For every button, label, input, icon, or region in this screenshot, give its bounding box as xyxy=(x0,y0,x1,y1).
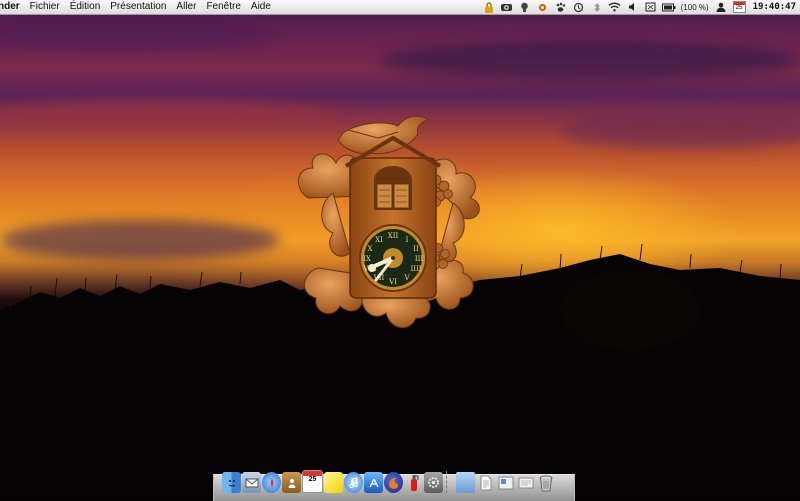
dock-calendar-day: 25 xyxy=(308,476,317,483)
document-icon[interactable] xyxy=(476,472,495,493)
lock-icon[interactable] xyxy=(480,0,498,14)
menu-go[interactable]: Aller xyxy=(171,0,201,14)
clock-dial: XII I II III IIII V VI VII VIII IX X XI xyxy=(359,224,427,292)
svg-text:III: III xyxy=(415,255,424,263)
wifi-icon[interactable] xyxy=(606,0,624,14)
text-icon[interactable] xyxy=(516,472,535,493)
time-machine-icon[interactable] xyxy=(570,0,588,14)
menu-edit[interactable]: Édition xyxy=(65,0,106,14)
menubar-clock[interactable]: 19:40:47 xyxy=(749,2,796,12)
cloud-streak xyxy=(560,110,800,150)
svg-text:II: II xyxy=(413,245,419,253)
appstore-icon[interactable] xyxy=(364,472,383,493)
dock-icons: 25 xyxy=(222,470,555,493)
svg-text:XI: XI xyxy=(375,236,383,244)
cuckoo-door[interactable] xyxy=(374,166,412,210)
folder-icon[interactable] xyxy=(456,472,475,493)
svg-text:I: I xyxy=(406,236,409,244)
cuckoo-bird-carving xyxy=(337,115,430,155)
firefox-icon[interactable] xyxy=(384,472,403,493)
system-preferences-icon[interactable] xyxy=(424,472,443,493)
svg-text:X: X xyxy=(368,245,373,253)
cloud-streak xyxy=(380,40,800,80)
cloud-streak xyxy=(0,20,280,50)
camera-icon[interactable] xyxy=(498,0,516,14)
menu-file[interactable]: Fichier xyxy=(25,0,65,14)
stickies-icon[interactable] xyxy=(324,472,343,493)
preview-icon[interactable] xyxy=(496,472,515,493)
menu-app-name[interactable]: nder xyxy=(0,0,25,14)
svg-text:VI: VI xyxy=(388,278,397,286)
menu-window[interactable]: Fenêtre xyxy=(201,0,245,14)
fire-extinguisher-icon[interactable] xyxy=(404,472,423,493)
mail-icon[interactable] xyxy=(242,472,261,493)
battery-percentage: (100 %) xyxy=(680,2,709,12)
calendar-icon[interactable]: 25 xyxy=(732,1,746,13)
bluetooth-icon[interactable] xyxy=(588,0,606,14)
settings-icon[interactable] xyxy=(534,0,552,14)
menu-bar: nder Fichier Édition Présentation Aller … xyxy=(0,0,800,15)
svg-text:V: V xyxy=(403,274,410,282)
svg-text:XII: XII xyxy=(388,232,399,240)
battery-icon[interactable] xyxy=(660,0,678,14)
finder-icon[interactable] xyxy=(222,472,241,493)
menu-view[interactable]: Présentation xyxy=(105,0,171,14)
dock-separator xyxy=(446,471,453,493)
address-book-icon[interactable] xyxy=(282,472,301,493)
calendar-day: 25 xyxy=(735,5,743,11)
user-icon[interactable] xyxy=(712,0,730,14)
itunes-icon[interactable] xyxy=(344,472,363,493)
menu-help[interactable]: Aide xyxy=(246,0,276,14)
cuckoo-clock-widget[interactable]: XII I II III IIII V VI VII VIII IX X XI xyxy=(288,108,498,346)
safari-icon[interactable] xyxy=(262,472,281,493)
svg-text:IX: IX xyxy=(363,255,371,263)
paw-icon[interactable] xyxy=(552,0,570,14)
volume-icon[interactable] xyxy=(624,0,642,14)
screen-icon[interactable] xyxy=(642,0,660,14)
lightbulb-icon[interactable] xyxy=(516,0,534,14)
ical-icon[interactable]: 25 xyxy=(302,470,323,493)
svg-text:IIII: IIII xyxy=(410,265,421,273)
trash-icon[interactable] xyxy=(536,472,555,493)
